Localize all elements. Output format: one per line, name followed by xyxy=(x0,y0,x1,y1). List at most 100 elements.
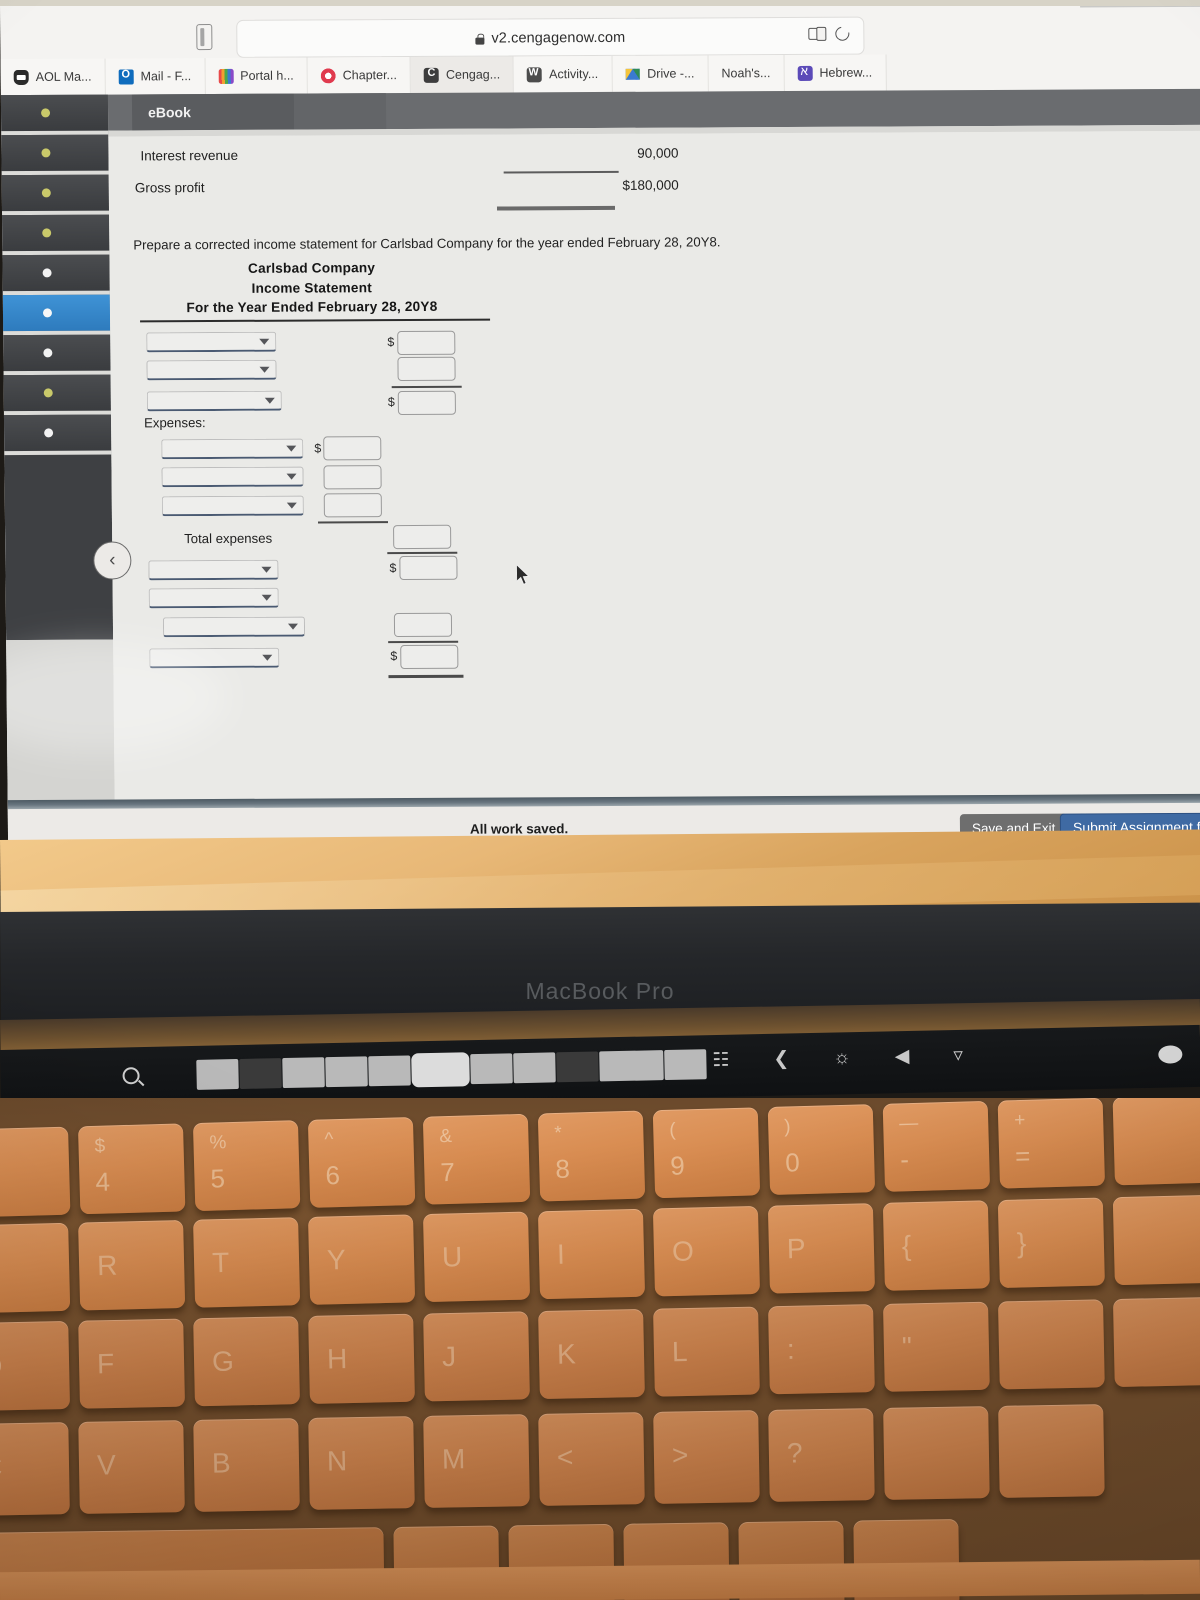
amount-input-income-3[interactable] xyxy=(393,612,453,638)
key-v[interactable]: V xyxy=(78,1420,185,1514)
bookmark-activity[interactable]: Activity... xyxy=(513,55,613,93)
bookmark-chapter[interactable]: Chapter... xyxy=(307,56,412,94)
amount-input-expense-3[interactable] xyxy=(323,493,382,518)
sidebar-item-1[interactable] xyxy=(0,94,109,136)
touchbar-app-thumb[interactable] xyxy=(239,1058,282,1089)
account-select-income-3[interactable] xyxy=(162,616,306,638)
sidebar-item-8[interactable] xyxy=(3,374,111,416)
mute-icon[interactable]: ▿ xyxy=(953,1044,963,1067)
reader-view-icon[interactable] xyxy=(808,27,824,40)
key-j[interactable]: J xyxy=(423,1311,530,1402)
key-y[interactable]: Y xyxy=(308,1214,416,1305)
amount-input-total-expenses[interactable] xyxy=(393,524,452,550)
key-space[interactable] xyxy=(0,1527,385,1600)
key-shift-right[interactable] xyxy=(883,1406,990,1500)
key-option-right[interactable] xyxy=(508,1523,615,1600)
bookmark-noahs[interactable]: Noah's... xyxy=(708,55,785,92)
reload-icon[interactable] xyxy=(832,23,853,44)
search-icon[interactable] xyxy=(122,1067,140,1085)
key-arrow-right[interactable] xyxy=(853,1519,960,1600)
key-return-ext[interactable] xyxy=(1112,1296,1200,1388)
key-i[interactable]: I xyxy=(537,1208,646,1300)
bookmark-mail[interactable]: Mail - F... xyxy=(105,58,206,95)
account-select-expense-2[interactable] xyxy=(161,466,304,488)
key-4[interactable]: $4 xyxy=(77,1123,186,1215)
tab-ebook[interactable]: eBook xyxy=(131,93,295,131)
volume-icon[interactable]: ◀ xyxy=(894,1045,910,1068)
bookmark-aol[interactable]: AOL Ma... xyxy=(0,58,106,96)
account-select-income-4[interactable] xyxy=(149,647,280,669)
touchbar-app-thumb[interactable] xyxy=(368,1055,411,1087)
key-arrow-up[interactable] xyxy=(998,1404,1105,1498)
key-return[interactable] xyxy=(997,1299,1105,1390)
account-select-expense-1[interactable] xyxy=(161,438,304,460)
key-semicolon[interactable]: : xyxy=(768,1304,875,1395)
key-u[interactable]: U xyxy=(422,1211,531,1303)
touchbar-app-thumb[interactable] xyxy=(664,1049,707,1081)
sidebar-item-9[interactable] xyxy=(3,414,112,456)
key-9[interactable]: (9 xyxy=(652,1107,761,1199)
collapse-panel-button[interactable]: ‹ xyxy=(93,541,132,580)
key-0[interactable]: ) 0 xyxy=(767,1104,876,1196)
sidebar-item-4[interactable] xyxy=(2,214,110,256)
bookmark-drive[interactable]: Drive -... xyxy=(612,55,709,92)
bookmark-portal[interactable]: Portal h... xyxy=(205,57,308,95)
account-select-revenue-3[interactable] xyxy=(146,390,282,412)
amount-input-revenue-3[interactable] xyxy=(397,390,456,416)
sidebar-item-5[interactable] xyxy=(2,254,110,296)
key-5[interactable]: % 5 xyxy=(192,1120,301,1212)
account-select-expense-3[interactable] xyxy=(161,495,304,517)
key-g[interactable]: G xyxy=(193,1316,300,1407)
touchbar-app-thumb[interactable] xyxy=(556,1051,599,1083)
touchbar-app-strip[interactable] xyxy=(196,1048,707,1091)
bookmark-cengage[interactable]: Cengag... xyxy=(410,56,515,93)
key-k[interactable]: K xyxy=(538,1308,645,1400)
key-delete[interactable] xyxy=(1112,1098,1200,1186)
key-slash[interactable]: ? xyxy=(768,1408,875,1502)
key-m[interactable]: M xyxy=(423,1414,530,1508)
sidebar-item-2[interactable] xyxy=(1,134,109,176)
key-h[interactable]: H xyxy=(308,1313,415,1404)
amount-input-income-1[interactable] xyxy=(399,555,458,581)
touchbar-app-thumb[interactable] xyxy=(196,1059,239,1090)
sidebar-item-6-active[interactable] xyxy=(2,294,111,336)
key-minus[interactable]: — - xyxy=(882,1100,991,1192)
account-select-revenue-2[interactable] xyxy=(146,359,277,381)
key-command-right[interactable] xyxy=(393,1525,500,1600)
siri-icon[interactable] xyxy=(1158,1045,1183,1064)
bookmark-hebrew[interactable]: Hebrew... xyxy=(784,54,887,92)
amount-input-income-4[interactable] xyxy=(400,644,459,670)
amount-input-revenue-2[interactable] xyxy=(397,356,456,382)
key-arrow-left[interactable] xyxy=(623,1522,730,1600)
key-8[interactable]: * 8 xyxy=(537,1110,646,1202)
key-quote[interactable]: " xyxy=(883,1301,990,1392)
key-bracket-left[interactable]: { xyxy=(882,1200,990,1291)
touchbar-app-thumb[interactable] xyxy=(282,1057,325,1089)
sidebar-toggle-icon[interactable] xyxy=(196,24,213,51)
screenshot-icon[interactable]: ☷ xyxy=(712,1049,730,1072)
address-bar[interactable]: v2.cengagenow.com xyxy=(236,16,865,58)
key-equals[interactable]: + = xyxy=(997,1098,1106,1189)
touchbar-app-thumb[interactable] xyxy=(470,1053,513,1085)
key-r[interactable]: R xyxy=(78,1219,186,1311)
key-3[interactable]: #3 xyxy=(0,1126,71,1218)
chevron-left-icon[interactable]: ❮ xyxy=(773,1047,789,1070)
key-6[interactable]: ^ 6 xyxy=(307,1116,416,1208)
account-select-income-1[interactable] xyxy=(148,559,279,581)
key-bracket-right[interactable]: } xyxy=(997,1197,1105,1289)
key-period[interactable]: > xyxy=(653,1410,760,1504)
key-p[interactable]: P xyxy=(767,1203,875,1294)
key-l[interactable]: L xyxy=(653,1306,760,1397)
key-b[interactable]: B xyxy=(193,1418,300,1512)
key-c[interactable]: C xyxy=(0,1422,70,1516)
amount-input-expense-1[interactable] xyxy=(323,436,382,461)
touchbar-app-thumb[interactable] xyxy=(599,1050,664,1082)
touchbar-app-thumb-active[interactable] xyxy=(411,1052,470,1088)
sidebar-item-7[interactable] xyxy=(3,334,111,376)
brightness-icon[interactable]: ☼ xyxy=(833,1047,851,1069)
key-7[interactable]: & 7 xyxy=(422,1113,531,1205)
key-o[interactable]: O xyxy=(652,1205,761,1297)
key-n[interactable]: N xyxy=(308,1416,415,1510)
key-backslash[interactable] xyxy=(1112,1194,1200,1286)
touchbar-app-thumb[interactable] xyxy=(513,1052,556,1084)
